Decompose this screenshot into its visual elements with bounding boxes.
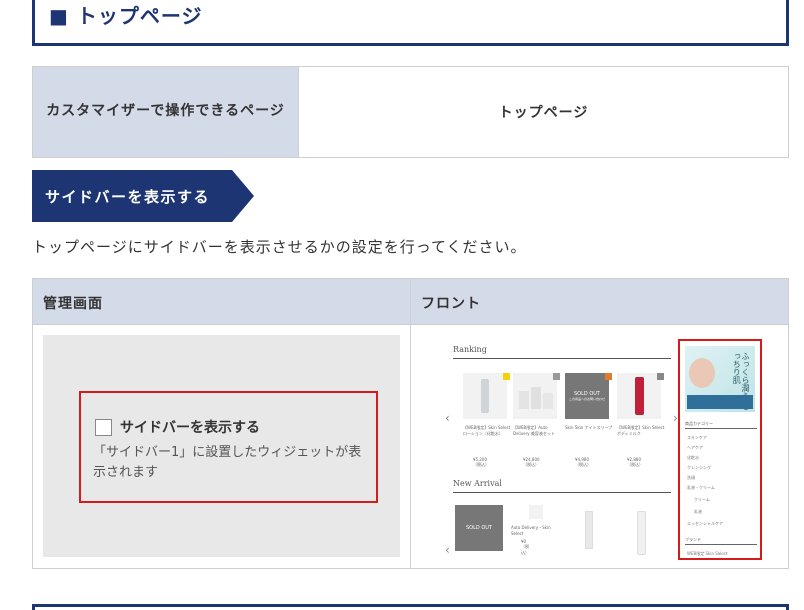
ranking-divider <box>453 358 671 359</box>
category-item[interactable]: ヘアケア <box>687 445 703 451</box>
product-caption: 【WEB限定】Auto Delivery 美容液セット <box>513 425 555 436</box>
category-item[interactable]: 乳液 <box>694 509 702 515</box>
comparison-table-body: サイドバーを表示する 「サイドバー1」に設置したウィジェットが表示されます Ra… <box>33 325 788 568</box>
rank-badge <box>605 373 612 380</box>
sidebar-checkbox[interactable] <box>95 418 112 436</box>
product-price: ¥5,200（税込） <box>473 457 489 467</box>
product-caption: Auto Delivery・Skin Select <box>511 525 551 536</box>
new-arrival-title: New Arrival <box>453 479 502 488</box>
page-info-header: カスタマイザーで操作できるページ <box>33 67 299 157</box>
product-caption: 【WEB限定】Skin Select ローション（化粧水） <box>463 425 511 436</box>
ranking-title: Ranking <box>453 345 487 354</box>
sold-out-sub: この商品へのお問い合わせ <box>568 397 605 401</box>
brand-item[interactable]: WEB限定 Skin Select <box>687 551 728 557</box>
section-description: トップページにサイドバーを表示させるかの設定を行ってください。 <box>32 238 527 256</box>
product-price: ¥4,980（税込） <box>575 457 591 467</box>
page-heading-box: ■ トップページ <box>32 0 789 46</box>
section-tag: サイドバーを表示する <box>32 170 254 222</box>
product-image <box>529 505 543 519</box>
brand-divider <box>685 544 757 545</box>
next-heading-box <box>32 604 789 610</box>
category-item[interactable]: 乳液・クリーム <box>687 485 715 491</box>
product-image-sold-out: SOLD OUT <box>455 505 503 551</box>
product-caption: 【WEB限定】Skin Select ボディミルク <box>617 425 665 436</box>
new-arrival-divider <box>453 492 671 493</box>
banner-label <box>687 395 753 409</box>
sold-out-label: SOLD OUT <box>466 525 492 531</box>
category-title: 商品カテゴリー <box>685 421 713 426</box>
sidebar-checkbox-label[interactable]: サイドバーを表示する <box>120 417 260 437</box>
front-screenshot: Ranking ‹ › 【WEB限定】Skin Select ローション（化粧水… <box>411 325 789 568</box>
front-column-header: フロント <box>421 296 481 312</box>
sidebar-checkbox-row[interactable]: サイドバーを表示する <box>95 417 260 437</box>
new-arrival-prev-icon[interactable]: ‹ <box>445 543 450 557</box>
category-item[interactable]: クレンジング <box>687 465 711 471</box>
comparison-table-header: 管理画面 フロント <box>33 279 788 325</box>
product-price: ¥0（税込） <box>521 539 529 555</box>
comparison-table: 管理画面 フロント サイドバーを表示する 「サイドバー1」に設置したウィジェット… <box>32 278 789 569</box>
page-info-value: トップページ <box>498 105 589 121</box>
product-image <box>463 373 507 419</box>
sidebar-highlight: ふっくら潤う もっちり肌 商品カテゴリー スキンケア ヘアケア 化粧水 クレンジ… <box>678 339 762 560</box>
section-tag-label: サイドバーを表示する <box>45 188 211 206</box>
sidebar-banner[interactable]: ふっくら潤う もっちり肌 <box>685 346 755 412</box>
category-item[interactable]: 化粧水 <box>687 455 699 461</box>
category-item[interactable]: 洗顔 <box>687 475 695 481</box>
rank-badge <box>553 373 560 380</box>
product-image-sold-out: SOLD OUT この商品へのお問い合わせ <box>565 373 609 419</box>
rank-badge <box>503 373 510 380</box>
front-column: Ranking ‹ › 【WEB限定】Skin Select ローション（化粧水… <box>411 325 788 568</box>
page-heading: ■ トップページ <box>49 4 203 28</box>
product-price: ¥24,800（税込） <box>523 457 540 467</box>
brand-title: ブランド <box>685 537 701 542</box>
highlight-box: サイドバーを表示する 「サイドバー1」に設置したウィジェットが表示されます <box>79 391 378 503</box>
product-price: ¥2,880（税込） <box>627 457 643 467</box>
admin-column-header: 管理画面 <box>33 279 411 324</box>
product-image <box>617 373 661 419</box>
admin-column: サイドバーを表示する 「サイドバー1」に設置したウィジェットが表示されます <box>33 325 411 568</box>
carousel-prev-icon[interactable]: ‹ <box>445 411 450 425</box>
category-item[interactable]: クリーム <box>694 497 710 503</box>
category-item[interactable]: エッセンシャルケア <box>687 521 723 527</box>
page-info-table: カスタマイザーで操作できるページ トップページ <box>32 66 789 158</box>
category-divider <box>685 428 757 429</box>
rank-badge <box>657 373 664 380</box>
product-image <box>513 373 557 419</box>
category-item[interactable]: スキンケア <box>687 435 707 441</box>
product-caption: Skin Skin ナイトスリープ <box>565 425 613 430</box>
admin-screenshot: サイドバーを表示する 「サイドバー1」に設置したウィジェットが表示されます <box>43 335 400 557</box>
banner-model-image <box>689 358 715 388</box>
sidebar-checkbox-description: 「サイドバー1」に設置したウィジェットが表示されます <box>93 445 362 480</box>
